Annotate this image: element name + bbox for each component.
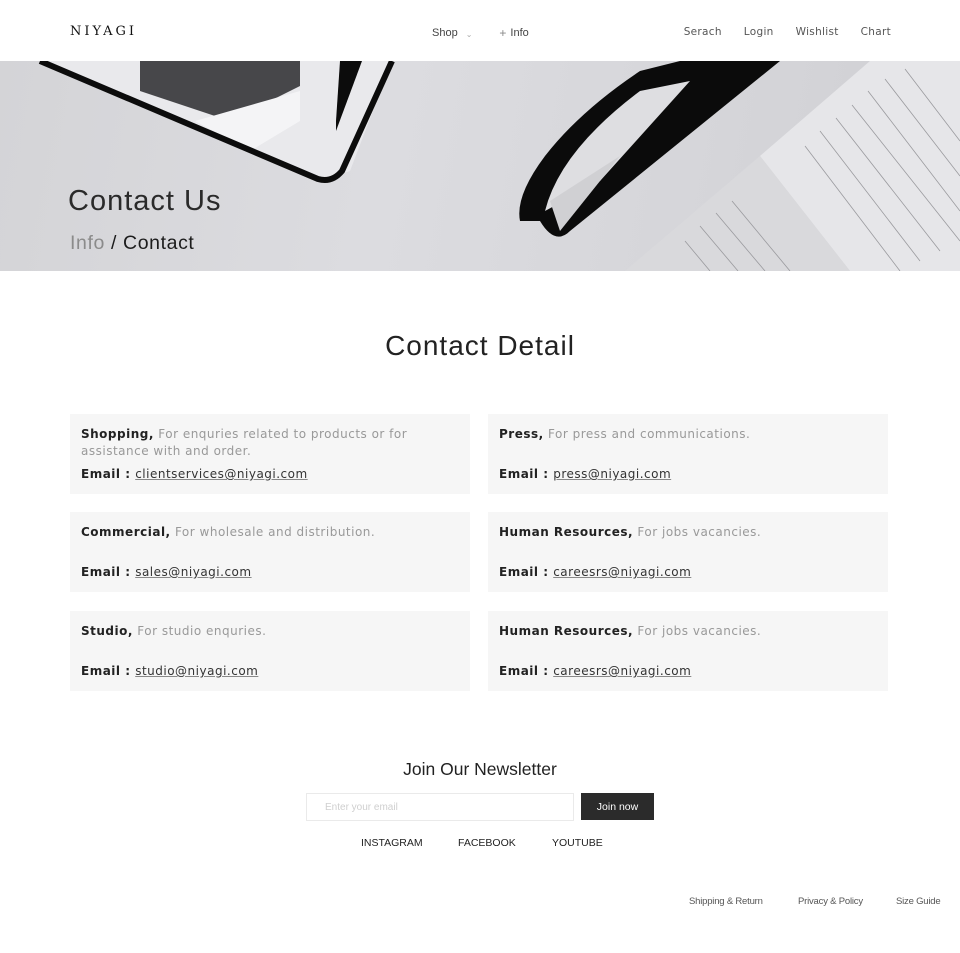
contact-detail-heading: Contact Detail: [385, 330, 575, 361]
email-link[interactable]: careesrs@niyagi.com: [553, 565, 691, 579]
newsletter-heading: Join Our Newsletter: [403, 759, 557, 779]
contact-card-human-resources: Human Resources, For jobs vacancies. Ema…: [488, 512, 888, 592]
email-link[interactable]: press@niyagi.com: [553, 467, 671, 481]
contact-card-human-resources-2: Human Resources, For jobs vacancies. Ema…: [488, 611, 888, 691]
footer-link-privacy-policy[interactable]: Privacy & Policy: [798, 896, 863, 907]
contact-card-name: Human Resources,: [499, 624, 634, 638]
nav-link-wishlist[interactable]: Wishlist: [796, 26, 839, 38]
email-label: Email :: [499, 565, 549, 579]
social-link-youtube[interactable]: YOUTUBE: [552, 837, 603, 849]
contact-card-description: For press and communications.: [548, 427, 751, 441]
contact-card-shopping: Shopping, For enquries related to produc…: [70, 414, 470, 494]
contact-card-name: Press,: [499, 427, 544, 441]
site-header: NIYAGI Shop ⌄ + Info Serach Login Wishli…: [0, 0, 960, 61]
nav-link-cart[interactable]: Chart: [861, 26, 891, 38]
nav-item-shop[interactable]: Shop ⌄: [432, 27, 472, 39]
join-now-button[interactable]: Join now: [581, 793, 654, 820]
contact-card-name: Shopping,: [81, 427, 154, 441]
hero-banner: Contact Us Info / Contact: [0, 61, 960, 271]
contact-card-press: Press, For press and communications. Ema…: [488, 414, 888, 494]
contact-card-name: Commercial,: [81, 525, 171, 539]
email-link[interactable]: clientservices@niyagi.com: [135, 467, 307, 481]
nav-item-shop-label: Shop: [432, 27, 458, 39]
email-link[interactable]: careesrs@niyagi.com: [553, 664, 691, 678]
newsletter-email-input[interactable]: [306, 793, 574, 821]
email-link[interactable]: sales@niyagi.com: [135, 565, 251, 579]
footer-link-size-guide[interactable]: Size Guide: [896, 896, 941, 907]
contact-card-description: For wholesale and distribution.: [174, 525, 376, 539]
nav-item-info-label: Info: [510, 27, 529, 39]
social-link-facebook[interactable]: FACEBOOK: [458, 837, 516, 849]
social-link-instagram[interactable]: INSTAGRAM: [361, 837, 423, 849]
footer-link-shipping-return[interactable]: Shipping & Return: [689, 896, 763, 907]
nav-link-search[interactable]: Serach: [684, 26, 722, 38]
breadcrumb-current: Contact: [123, 232, 195, 254]
contact-card-commercial: Commercial, For wholesale and distributi…: [70, 512, 470, 592]
nav-item-info[interactable]: + Info: [499, 26, 528, 40]
breadcrumb-parent-link[interactable]: Info: [70, 232, 105, 254]
brand-logo[interactable]: NIYAGI: [70, 24, 137, 39]
breadcrumb-separator: /: [110, 232, 117, 254]
breadcrumb: Info / Contact: [70, 232, 194, 255]
email-label: Email :: [499, 467, 549, 481]
contact-card-name: Studio,: [81, 624, 133, 638]
email-label: Email :: [81, 467, 131, 481]
email-label: Email :: [81, 664, 131, 678]
contact-card-description: For studio enquries.: [137, 624, 267, 638]
contact-card-description: For jobs vacancies.: [637, 525, 762, 539]
email-link[interactable]: studio@niyagi.com: [135, 664, 258, 678]
chevron-down-icon: ⌄: [465, 29, 473, 39]
contact-card-studio: Studio, For studio enquries. Email : stu…: [70, 611, 470, 691]
page-title: Contact Us: [68, 185, 222, 217]
contact-card-name: Human Resources,: [499, 525, 634, 539]
email-label: Email :: [499, 664, 549, 678]
main-nav: Shop ⌄ + Info: [432, 26, 529, 40]
plus-icon: +: [499, 26, 507, 40]
utility-nav: Serach Login Wishlist Chart: [662, 26, 891, 38]
contact-card-description: For jobs vacancies.: [637, 624, 762, 638]
email-label: Email :: [81, 565, 131, 579]
nav-link-login[interactable]: Login: [744, 26, 774, 38]
